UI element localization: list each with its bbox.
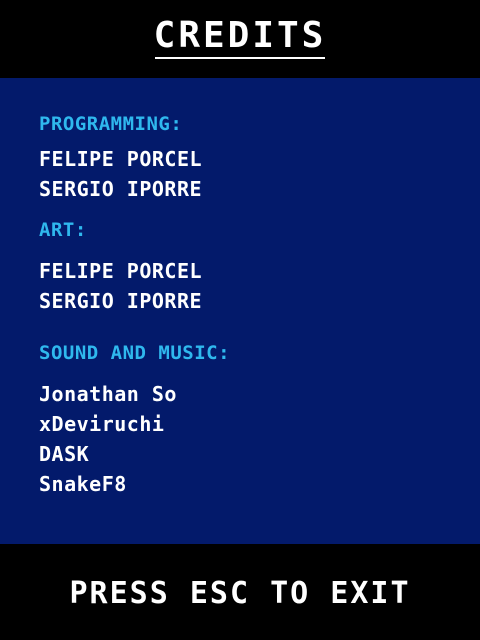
sound-music-heading: SOUND AND MUSIC: <box>39 342 231 364</box>
art-credit-1: FELIPE PORCEL <box>39 259 203 283</box>
art-credit-2: SERGIO IPORRE <box>39 289 203 313</box>
sound-credit-4: SnakeF8 <box>39 472 127 496</box>
credits-title: CREDITS <box>153 15 327 56</box>
sound-credit-3: DASK <box>39 442 90 466</box>
title-underline <box>155 57 325 59</box>
programming-heading: PROGRAMMING: <box>39 113 183 135</box>
sound-credit-1: Jonathan So <box>39 382 177 406</box>
sound-credit-2: xDeviruchi <box>39 412 165 436</box>
programming-credit-1: FELIPE PORCEL <box>39 147 203 171</box>
credits-header: CREDITS <box>0 0 480 78</box>
art-heading: ART: <box>39 219 87 241</box>
programming-credit-2: SERGIO IPORRE <box>39 177 203 201</box>
exit-prompt: PRESS ESC TO EXIT <box>69 576 411 611</box>
